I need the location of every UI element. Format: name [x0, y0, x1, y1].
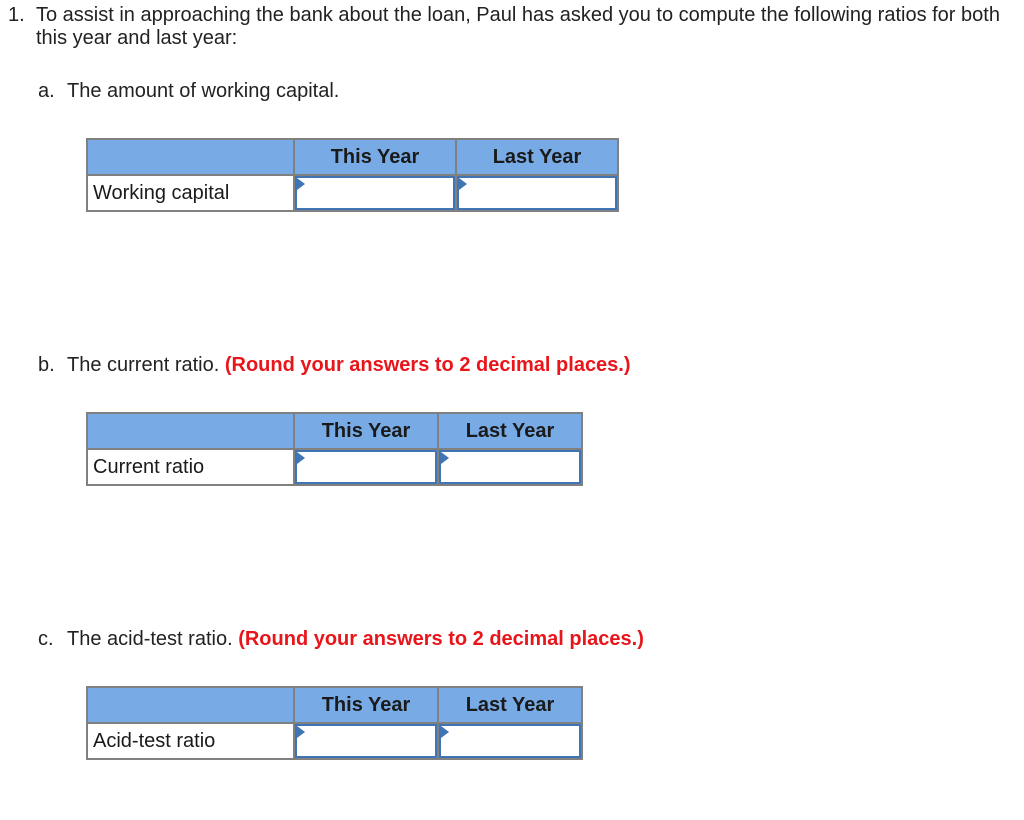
part-letter: c.: [38, 628, 54, 650]
part-prompt-text: The acid-test ratio.: [67, 628, 233, 650]
input-flag-icon: [297, 178, 305, 190]
acid-test-last-year-input[interactable]: [441, 726, 579, 756]
header-this-year: This Year: [293, 138, 457, 176]
input-flag-icon: [297, 452, 305, 464]
input-flag-icon: [441, 726, 449, 738]
part-letter: a.: [38, 80, 55, 102]
row-label: Current ratio: [86, 448, 295, 486]
acid-test-this-year-field[interactable]: [295, 724, 437, 758]
question-text: To assist in approaching the bank about …: [36, 4, 1000, 49]
last-year-cell: [437, 448, 583, 486]
this-year-cell: [293, 722, 439, 760]
part-prompt-text: The amount of working capital.: [67, 80, 340, 102]
last-year-cell: [437, 722, 583, 760]
row-label: Acid-test ratio: [86, 722, 295, 760]
this-year-cell: [293, 174, 457, 212]
acid-test-last-year-field[interactable]: [439, 724, 581, 758]
current-ratio-last-year-field[interactable]: [439, 450, 581, 484]
header-this-year: This Year: [293, 412, 439, 450]
question-number: 1.: [8, 4, 25, 26]
acid-test-ratio-table: This Year Last Year Acid-test ratio: [86, 686, 583, 760]
row-label: Working capital: [86, 174, 295, 212]
this-year-cell: [293, 448, 439, 486]
part-c-prompt: c. The acid-test ratio. (Round your answe…: [38, 627, 644, 651]
working-capital-this-year-field[interactable]: [295, 176, 455, 210]
header-empty-cell: [86, 138, 295, 176]
current-ratio-this-year-field[interactable]: [295, 450, 437, 484]
working-capital-last-year-field[interactable]: [457, 176, 617, 210]
table-header-row: This Year Last Year: [86, 686, 583, 724]
table-row: Acid-test ratio: [86, 722, 583, 760]
header-last-year: Last Year: [437, 686, 583, 724]
working-capital-this-year-input[interactable]: [297, 178, 453, 208]
current-ratio-this-year-input[interactable]: [297, 452, 435, 482]
current-ratio-last-year-input[interactable]: [441, 452, 579, 482]
table-header-row: This Year Last Year: [86, 138, 619, 176]
part-a-prompt: a. The amount of working capital.: [38, 79, 339, 103]
header-this-year: This Year: [293, 686, 439, 724]
header-empty-cell: [86, 412, 295, 450]
part-b-prompt: b. The current ratio. (Round your answers…: [38, 353, 631, 377]
table-row: Working capital: [86, 174, 619, 212]
rounding-note: (Round your answers to 2 decimal places.…: [238, 628, 644, 650]
last-year-cell: [455, 174, 619, 212]
input-flag-icon: [441, 452, 449, 464]
table-header-row: This Year Last Year: [86, 412, 583, 450]
working-capital-table: This Year Last Year Working capital: [86, 138, 619, 212]
header-empty-cell: [86, 686, 295, 724]
input-flag-icon: [459, 178, 467, 190]
rounding-note: (Round your answers to 2 decimal places.…: [224, 354, 631, 376]
header-last-year: Last Year: [455, 138, 619, 176]
current-ratio-table: This Year Last Year Current ratio: [86, 412, 583, 486]
working-capital-last-year-input[interactable]: [459, 178, 615, 208]
header-last-year: Last Year: [437, 412, 583, 450]
input-flag-icon: [297, 726, 305, 738]
table-row: Current ratio: [86, 448, 583, 486]
part-prompt-text: The current ratio.: [67, 354, 220, 376]
part-letter: b.: [38, 354, 55, 376]
acid-test-this-year-input[interactable]: [297, 726, 435, 756]
